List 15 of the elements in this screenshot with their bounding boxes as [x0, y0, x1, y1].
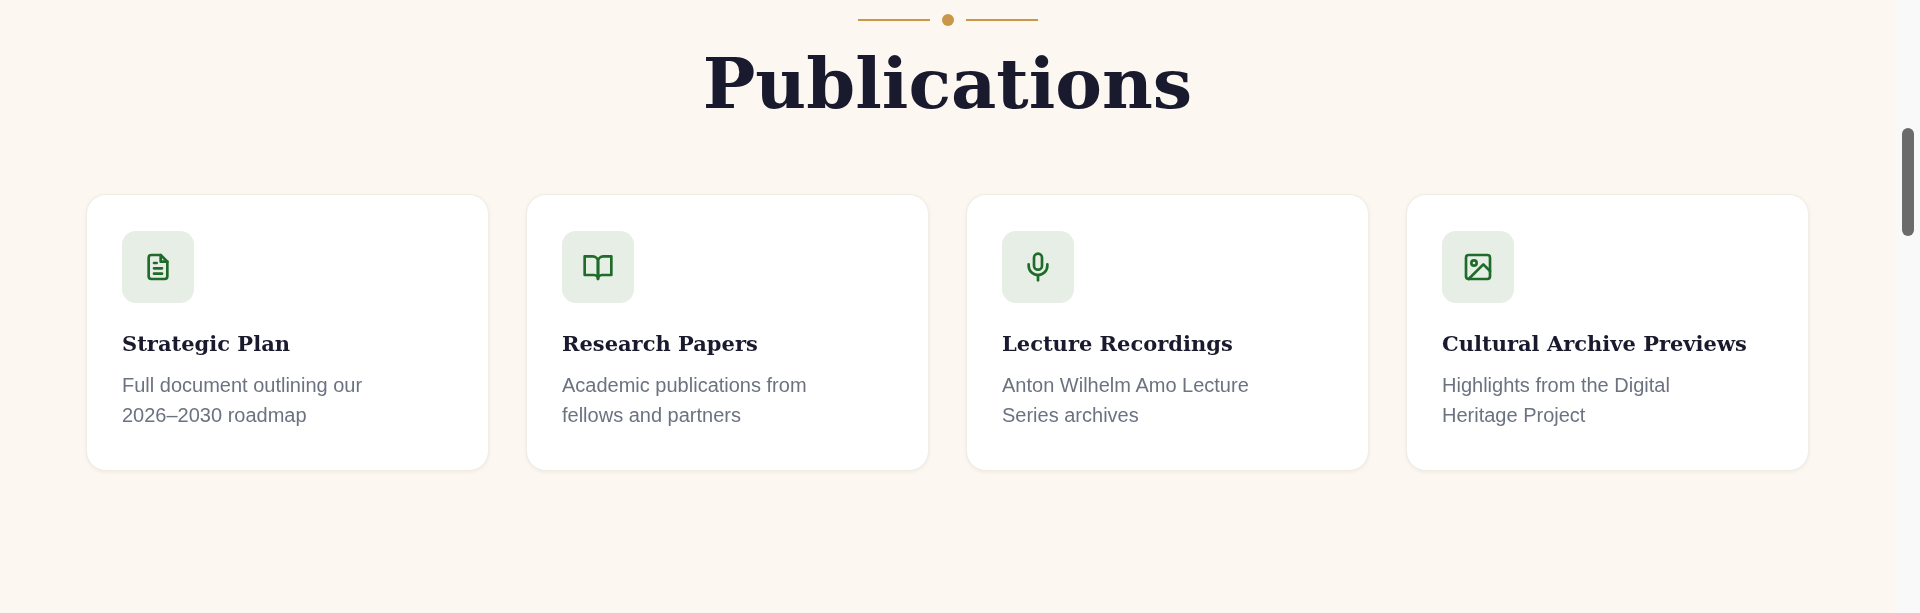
- card-description: Anton Wilhelm Amo Lecture Series archives: [1002, 373, 1250, 428]
- scrollbar-thumb[interactable]: [1901, 128, 1914, 236]
- publication-card[interactable]: Research Papers Academic publications from fellows and partners: [526, 194, 929, 471]
- card-description: Highlights from the Digital Heritage Project: [1442, 373, 1671, 428]
- card-description: Full document outlining our 2026–2030 roadmap: [122, 373, 364, 428]
- card-title: Strategic Plan: [122, 331, 291, 356]
- publication-card[interactable]: Strategic Plan Full document outlining our 2026–2030 roadmap: [86, 194, 489, 471]
- card-title: Lecture Recordings: [1002, 331, 1234, 356]
- card-title: Cultural Archive Previews: [1442, 331, 1748, 356]
- section-title: Publications: [702, 41, 1193, 127]
- card-title: Research Papers: [562, 331, 759, 356]
- publication-card[interactable]: Cultural Archive Previews Highlights from the Digital Heritage Project: [1406, 194, 1809, 471]
- image-icon: [1462, 251, 1494, 283]
- publication-card[interactable]: Lecture Recordings Anton Wilhelm Amo Lecture Series archives: [966, 194, 1369, 471]
- card-description: Academic publications from fellows and partners: [562, 373, 808, 428]
